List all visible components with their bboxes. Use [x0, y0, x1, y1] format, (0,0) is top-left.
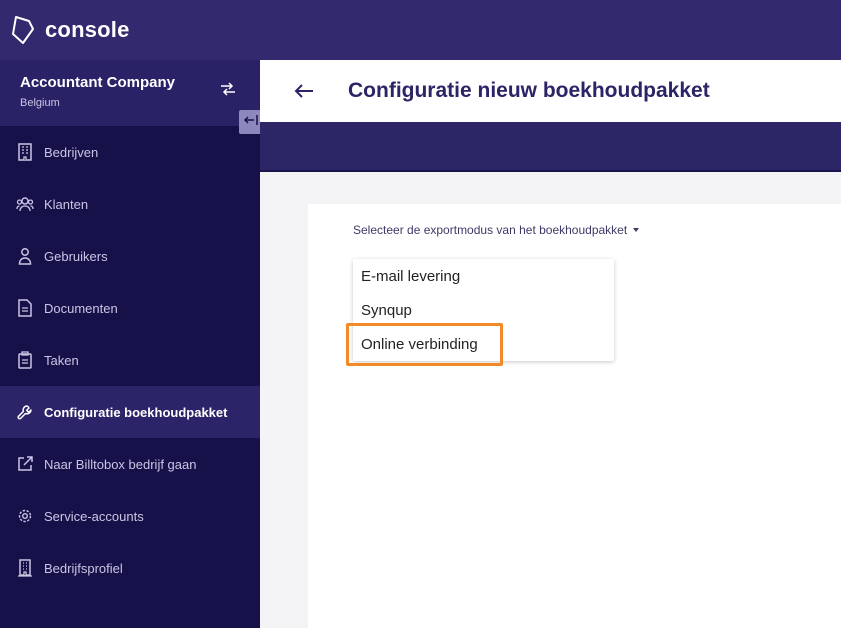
sidebar-item-bedrijfsprofiel[interactable]: Bedrijfsprofiel: [0, 542, 260, 594]
option-synqup[interactable]: Synqup: [353, 293, 614, 327]
company-switcher[interactable]: Accountant Company Belgium: [0, 60, 260, 126]
page-header: Configuratie nieuw boekhoudpakket: [260, 60, 841, 122]
back-arrow-icon[interactable]: [293, 82, 315, 100]
export-mode-select[interactable]: Selecteer de exportmodus van het boekhou…: [353, 223, 640, 237]
sidebar-item-gebruikers[interactable]: Gebruikers: [0, 230, 260, 282]
external-link-icon: [16, 455, 34, 473]
collapse-arrow-icon: [243, 113, 258, 131]
sidebar-item-klanten[interactable]: Klanten: [0, 178, 260, 230]
company-country: Belgium: [20, 97, 60, 109]
sidebar: Accountant Company Belgium Bedrijven Kla…: [0, 60, 263, 628]
sidebar-item-taken[interactable]: Taken: [0, 334, 260, 386]
console-logo-icon: [11, 15, 37, 45]
office-building-icon: [16, 559, 34, 577]
sidebar-item-label: Gebruikers: [44, 248, 108, 264]
sidebar-item-bedrijven[interactable]: Bedrijven: [0, 126, 260, 178]
sidebar-item-label: Klanten: [44, 196, 89, 212]
sidebar-item-label: Service-accounts: [44, 508, 144, 524]
company-name: Accountant Company: [20, 74, 176, 91]
sidebar-item-label: Bedrijven: [44, 144, 99, 160]
option-email-levering[interactable]: E-mail levering: [353, 259, 614, 293]
users-group-icon: [16, 195, 34, 213]
config-card: Selecteer de exportmodus van het boekhou…: [308, 204, 841, 628]
sidebar-nav: Bedrijven Klanten Gebruikers Documenten …: [0, 126, 260, 594]
clipboard-icon: [16, 351, 34, 369]
highlight-box: [346, 323, 503, 366]
sidebar-item-documenten[interactable]: Documenten: [0, 282, 260, 334]
sidebar-item-label: Taken: [44, 352, 79, 368]
caret-down-icon: [633, 228, 640, 232]
wrench-icon: [16, 403, 34, 421]
building-icon: [16, 143, 34, 161]
sidebar-item-label: Bedrijfsprofiel: [44, 560, 123, 576]
cog-icon: [16, 507, 34, 525]
sidebar-item-label: Naar Billtobox bedrijf gaan: [44, 456, 197, 472]
swap-arrows-icon[interactable]: [219, 82, 237, 96]
user-icon: [16, 247, 34, 265]
sidebar-item-label: Configuratie boekhoudpakket: [44, 404, 228, 420]
top-bar: console: [0, 0, 841, 60]
app-name: console: [45, 17, 130, 42]
sidebar-item-service-accounts[interactable]: Service-accounts: [0, 490, 260, 542]
document-icon: [16, 299, 34, 317]
sidebar-item-configuratie-boekhoudpakket[interactable]: Configuratie boekhoudpakket: [0, 386, 260, 438]
sidebar-item-label: Documenten: [44, 300, 118, 316]
sidebar-item-naar-billtobox[interactable]: Naar Billtobox bedrijf gaan: [0, 438, 260, 490]
header-subbar: [260, 122, 841, 172]
export-mode-label: Selecteer de exportmodus van het boekhou…: [353, 223, 628, 237]
page-title: Configuratie nieuw boekhoudpakket: [348, 79, 710, 102]
